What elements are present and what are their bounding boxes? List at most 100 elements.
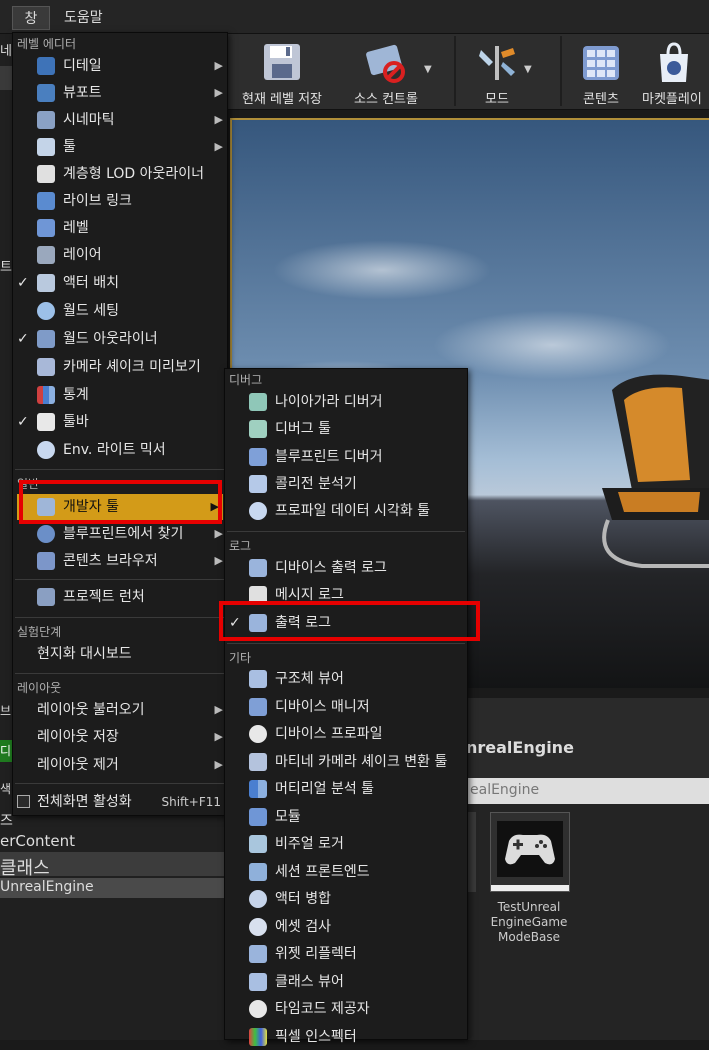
menu-item-session-frontend[interactable]: 세션 프론트엔드 (225, 859, 467, 885)
dropdown-arrow-icon[interactable]: ▼ (524, 64, 532, 75)
modes-icon (479, 46, 515, 80)
dropdown-arrow-icon[interactable]: ▼ (424, 64, 432, 75)
menu-item-world-outliner[interactable]: ✓ 월드 아웃라이너 (13, 326, 227, 352)
menu-item-remove-layout[interactable]: 레이아웃 제거 ▶ (13, 752, 227, 778)
save-icon (264, 44, 300, 80)
menu-item-label: 프로파일 데이터 시각화 툴 (275, 503, 431, 519)
pixel-inspector-icon (249, 1028, 267, 1046)
menu-item-save-layout[interactable]: 레이아웃 저장 ▶ (13, 724, 227, 750)
menu-item-label: 개발자 툴 (63, 499, 119, 515)
menu-item-project-launcher[interactable]: 프로젝트 런처 (13, 584, 227, 610)
developer-tools-submenu: 디버그 나이아가라 디버거 디버그 툴 블루프린트 디버거 콜리전 분석기 프로… (224, 368, 468, 1046)
visual-logger-icon (249, 835, 267, 853)
widget-reflector-icon (249, 945, 267, 963)
device-manager-icon (249, 698, 267, 716)
menu-item-message-log[interactable]: 메시지 로그 (225, 582, 467, 608)
menu-item-widget-reflector[interactable]: 위젯 리플렉터 (225, 941, 467, 967)
menu-item-material-analyzer[interactable]: 머티리얼 분석 툴 (225, 776, 467, 802)
submenu-arrow-icon: ▶ (214, 758, 223, 771)
content-button[interactable]: 콘텐츠 (570, 38, 632, 108)
menu-item-viewport[interactable]: 뷰포트 ▶ (13, 80, 227, 106)
cinematic-icon (37, 111, 55, 129)
source-control-button[interactable]: 소스 컨트롤 (338, 38, 434, 108)
menu-item-device-output-log[interactable]: 디바이스 출력 로그 (225, 555, 467, 581)
menu-item-asset-audit[interactable]: 에셋 검사 (225, 914, 467, 940)
menu-item-load-layout[interactable]: 레이아웃 불러오기 ▶ (13, 697, 227, 723)
menu-item-label: 디버그 툴 (275, 421, 331, 437)
menu-item-levels[interactable]: 레벨 (13, 215, 227, 241)
toolbar-icon (37, 413, 55, 431)
menu-item-developer-tools[interactable]: 개발자 툴 ▶ (17, 494, 223, 520)
find-blueprint-icon (37, 525, 55, 543)
menu-item-layers[interactable]: 레이어 (13, 242, 227, 268)
menu-item-world-settings[interactable]: 월드 세팅 (13, 298, 227, 324)
menu-item-live-link[interactable]: 라이브 링크 (13, 188, 227, 214)
menu-help[interactable]: 도움말 (56, 6, 111, 30)
device-profile-icon (249, 725, 267, 743)
menu-item-modules[interactable]: 모듈 (225, 804, 467, 830)
modes-button[interactable]: 모드 (462, 38, 532, 108)
menu-item-label: 비주얼 로거 (275, 836, 344, 852)
menu-item-label: 뷰포트 (63, 85, 102, 101)
menu-item-blueprint-debugger[interactable]: 블루프린트 디버거 (225, 444, 467, 470)
menu-item-localization-dashboard[interactable]: 현지화 대시보드 (13, 641, 227, 667)
layers-icon (37, 246, 55, 264)
menu-item-label: 라이브 링크 (63, 193, 132, 209)
menu-item-label: 액터 배치 (63, 275, 119, 291)
menu-divider (15, 673, 225, 674)
menu-item-device-profiles[interactable]: 디바이스 프로파일 (225, 721, 467, 747)
menu-item-struct-viewer[interactable]: 구조체 뷰어 (225, 666, 467, 692)
niagara-icon (249, 393, 267, 411)
menu-item-matinee-shake-converter[interactable]: 마티네 카메라 셰이크 변환 툴 (225, 749, 467, 775)
section-header-level-editor: 레벨 에디터 (17, 37, 77, 51)
menu-item-label: 메시지 로그 (275, 587, 344, 603)
menu-item-content-browser[interactable]: 콘텐츠 브라우저 ▶ (13, 548, 227, 574)
menu-item-output-log[interactable]: ✓ 출력 로그 (225, 610, 467, 636)
submenu-arrow-icon: ▶ (214, 554, 223, 567)
source-control-icon (366, 44, 405, 83)
menu-item-hlod-outliner[interactable]: 계층형 LOD 아웃라이너 (13, 161, 227, 187)
menu-item-toolbar[interactable]: ✓ 툴바 (13, 409, 227, 435)
live-link-icon (37, 192, 55, 210)
menu-item-device-manager[interactable]: 디바이스 매니저 (225, 694, 467, 720)
menu-item-timecode-provider[interactable]: 타임코드 제공자 (225, 996, 467, 1022)
menu-item-visual-logger[interactable]: 비주얼 로거 (225, 831, 467, 857)
menu-item-debug-tools[interactable]: 디버그 툴 (225, 416, 467, 442)
content-browser-icon (37, 552, 55, 570)
env-light-icon (37, 441, 55, 459)
menu-item-details[interactable]: 디테일 ▶ (13, 53, 227, 79)
checkmark-icon: ✓ (17, 414, 29, 430)
material-analyzer-icon (249, 780, 267, 798)
menu-item-find-in-blueprints[interactable]: 블루프린트에서 찾기 ▶ (13, 521, 227, 547)
chair-model (602, 374, 709, 568)
outliner-icon (37, 330, 55, 348)
menu-item-tools[interactable]: 툴 ▶ (13, 134, 227, 160)
menu-item-fullscreen[interactable]: 전체화면 활성화 Shift+F11 (13, 789, 227, 815)
menu-item-place-actors[interactable]: ✓ 액터 배치 (13, 270, 227, 296)
marketplace-icon (659, 42, 688, 82)
marketplace-button[interactable]: 마켓플레이 (638, 38, 709, 108)
submenu-arrow-icon: ▶ (210, 500, 219, 513)
menu-item-label: 타임코드 제공자 (275, 1001, 370, 1017)
project-launcher-icon (37, 588, 55, 606)
menu-item-class-viewer[interactable]: 클래스 뷰어 (225, 969, 467, 995)
menu-item-profile-visualizer[interactable]: 프로파일 데이터 시각화 툴 (225, 498, 467, 524)
save-level-button[interactable]: 현재 레벨 저장 (230, 38, 334, 108)
details-icon (37, 57, 55, 75)
menu-item-camera-shake[interactable]: 카메라 셰이크 미리보기 (13, 354, 227, 380)
menu-item-label: 툴 (63, 139, 76, 155)
menu-item-label: 레이아웃 제거 (37, 757, 119, 773)
bg-text: 트 (0, 260, 12, 275)
menu-item-collision-analyzer[interactable]: 콜리전 분석기 (225, 471, 467, 497)
menu-window[interactable]: 창 (12, 6, 50, 30)
menu-item-statistics[interactable]: 통계 (13, 382, 227, 408)
menu-item-env-light-mixer[interactable]: Env. 라이트 믹서 (13, 437, 227, 463)
menu-item-niagara-debugger[interactable]: 나이아가라 디버거 (225, 389, 467, 415)
menu-item-pixel-inspector[interactable]: 픽셀 인스펙터 (225, 1024, 467, 1050)
menu-item-label: 디바이스 출력 로그 (275, 560, 387, 576)
fullscreen-checkbox[interactable] (17, 795, 30, 808)
menu-item-label: 카메라 셰이크 미리보기 (63, 359, 201, 375)
asset-thumbnail[interactable] (490, 812, 570, 892)
menu-item-merge-actors[interactable]: 액터 병합 (225, 886, 467, 912)
menu-item-cinematic[interactable]: 시네마틱 ▶ (13, 107, 227, 133)
